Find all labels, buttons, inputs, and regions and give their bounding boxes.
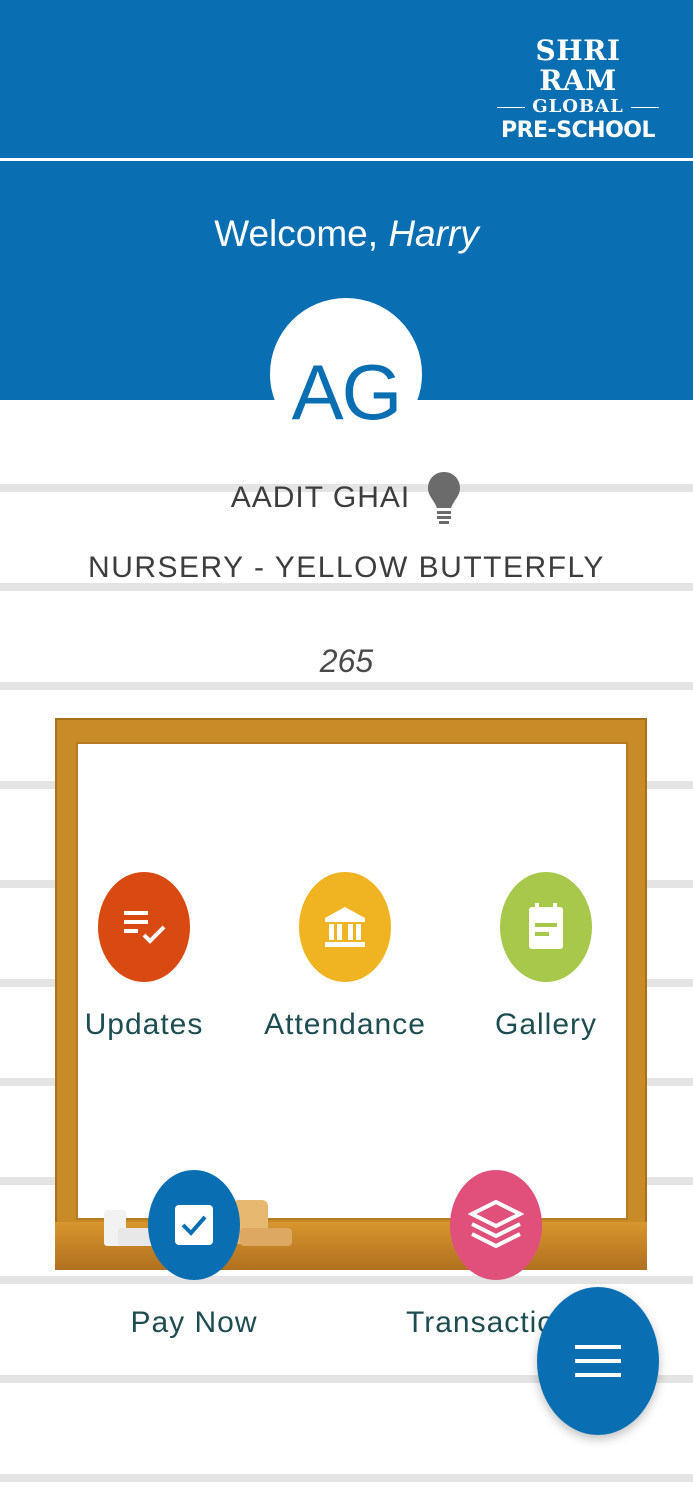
menu-label-attendance: Attendance	[264, 1008, 426, 1041]
menu-tile-gallery[interactable]: Gallery	[456, 872, 636, 1042]
student-id-number: 265	[319, 643, 374, 679]
menu-tile-updates[interactable]: Updates	[54, 872, 234, 1042]
checkbox-icon	[148, 1170, 240, 1280]
logo-line2: GLOBAL	[532, 96, 624, 117]
hamburger-menu-icon	[575, 1345, 621, 1377]
menu-fab-button[interactable]	[537, 1287, 659, 1435]
logo-line1: SHRI RAM	[535, 34, 621, 97]
note-icon	[500, 872, 592, 982]
lightbulb-icon[interactable]	[426, 470, 462, 530]
updates-icon	[98, 872, 190, 982]
avatar-initials: AG	[291, 347, 403, 436]
welcome-text: Welcome, Harry	[0, 213, 693, 255]
logo-line3: PRE-SCHOOL	[500, 118, 656, 143]
school-logo: SHRI RAM GLOBAL PRE-SCHOOL	[494, 34, 662, 143]
welcome-user-name: Harry	[388, 213, 479, 254]
student-name-row: AADIT GHAI	[0, 466, 693, 530]
welcome-prefix: Welcome,	[214, 213, 389, 254]
menu-tile-attendance[interactable]: Attendance	[255, 872, 435, 1042]
menu-label-pay-now: Pay Now	[130, 1306, 258, 1339]
top-bar: SHRI RAM GLOBAL PRE-SCHOOL	[0, 0, 693, 158]
student-avatar[interactable]: AG	[270, 298, 422, 450]
menu-tile-pay-now[interactable]: Pay Now	[104, 1170, 284, 1340]
student-name: AADIT GHAI	[230, 481, 411, 514]
bank-icon	[299, 872, 391, 982]
menu-label-gallery: Gallery	[494, 1008, 598, 1041]
layers-icon	[450, 1170, 542, 1280]
menu-label-updates: Updates	[84, 1008, 204, 1041]
student-class: NURSERY - YELLOW BUTTERFLY	[88, 551, 605, 584]
